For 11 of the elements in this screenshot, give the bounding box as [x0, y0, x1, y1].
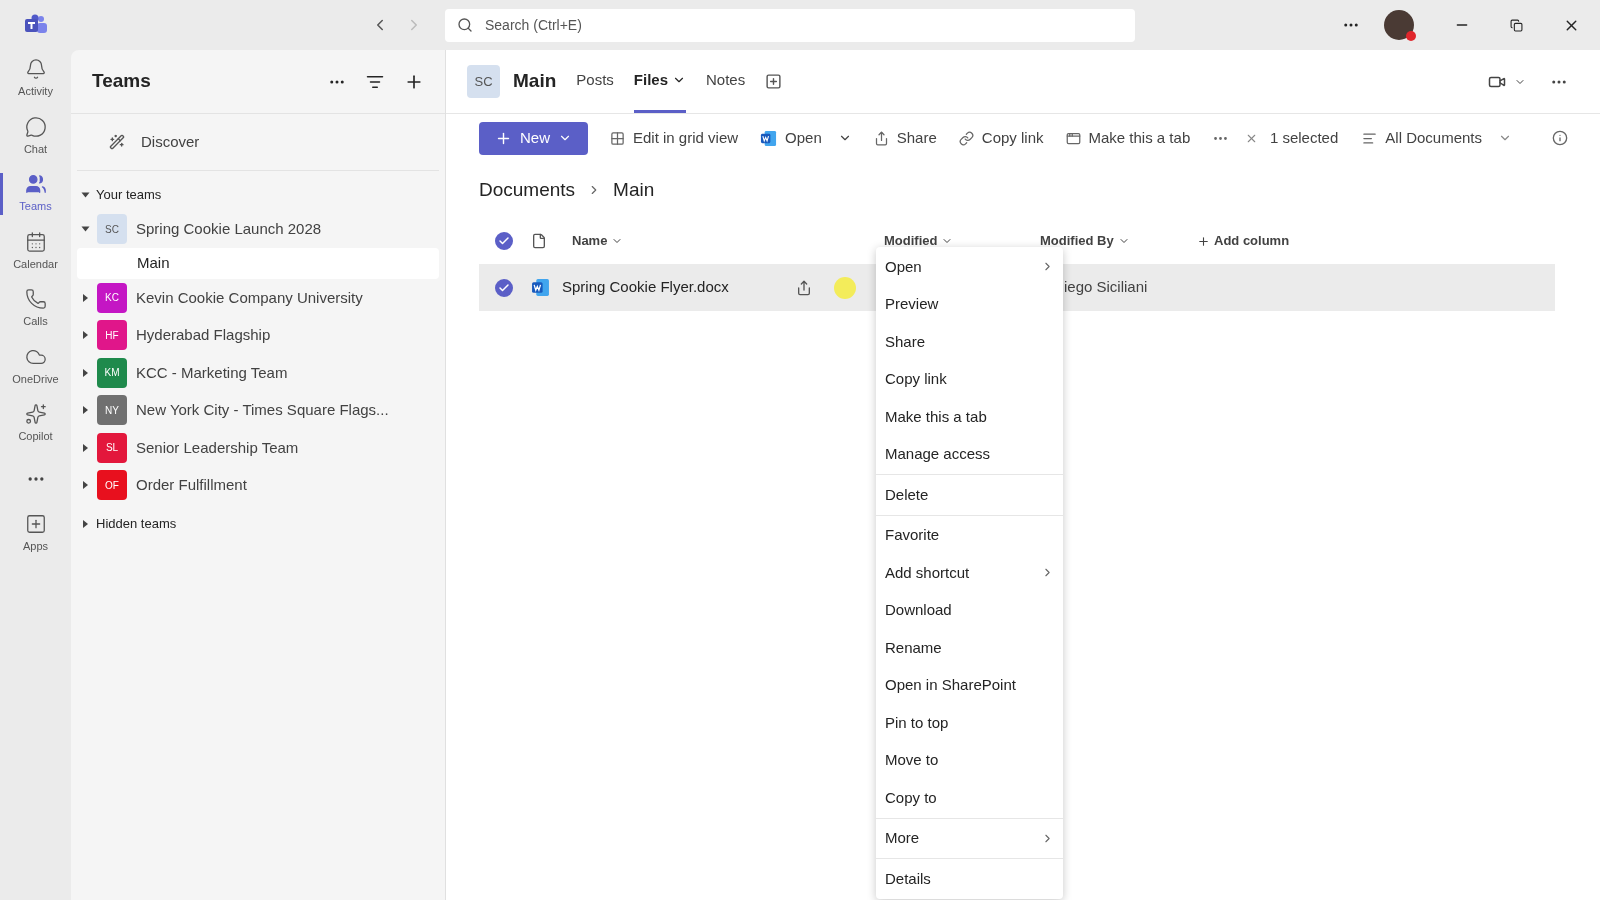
channel-title: Main	[513, 69, 557, 94]
team-avatar: OF	[97, 470, 127, 501]
panel-title: Teams	[92, 69, 151, 94]
team-avatar: KC	[97, 282, 127, 313]
team-avatar: KM	[97, 357, 127, 388]
team-avatar: NY	[97, 395, 127, 426]
team-avatar: SL	[97, 432, 127, 463]
team-avatar: HF	[97, 320, 127, 351]
team-avatar: SC	[97, 214, 127, 245]
channel-avatar: SC	[467, 65, 500, 98]
modified-by-cell-text: iego Siciliani	[1064, 277, 1148, 298]
